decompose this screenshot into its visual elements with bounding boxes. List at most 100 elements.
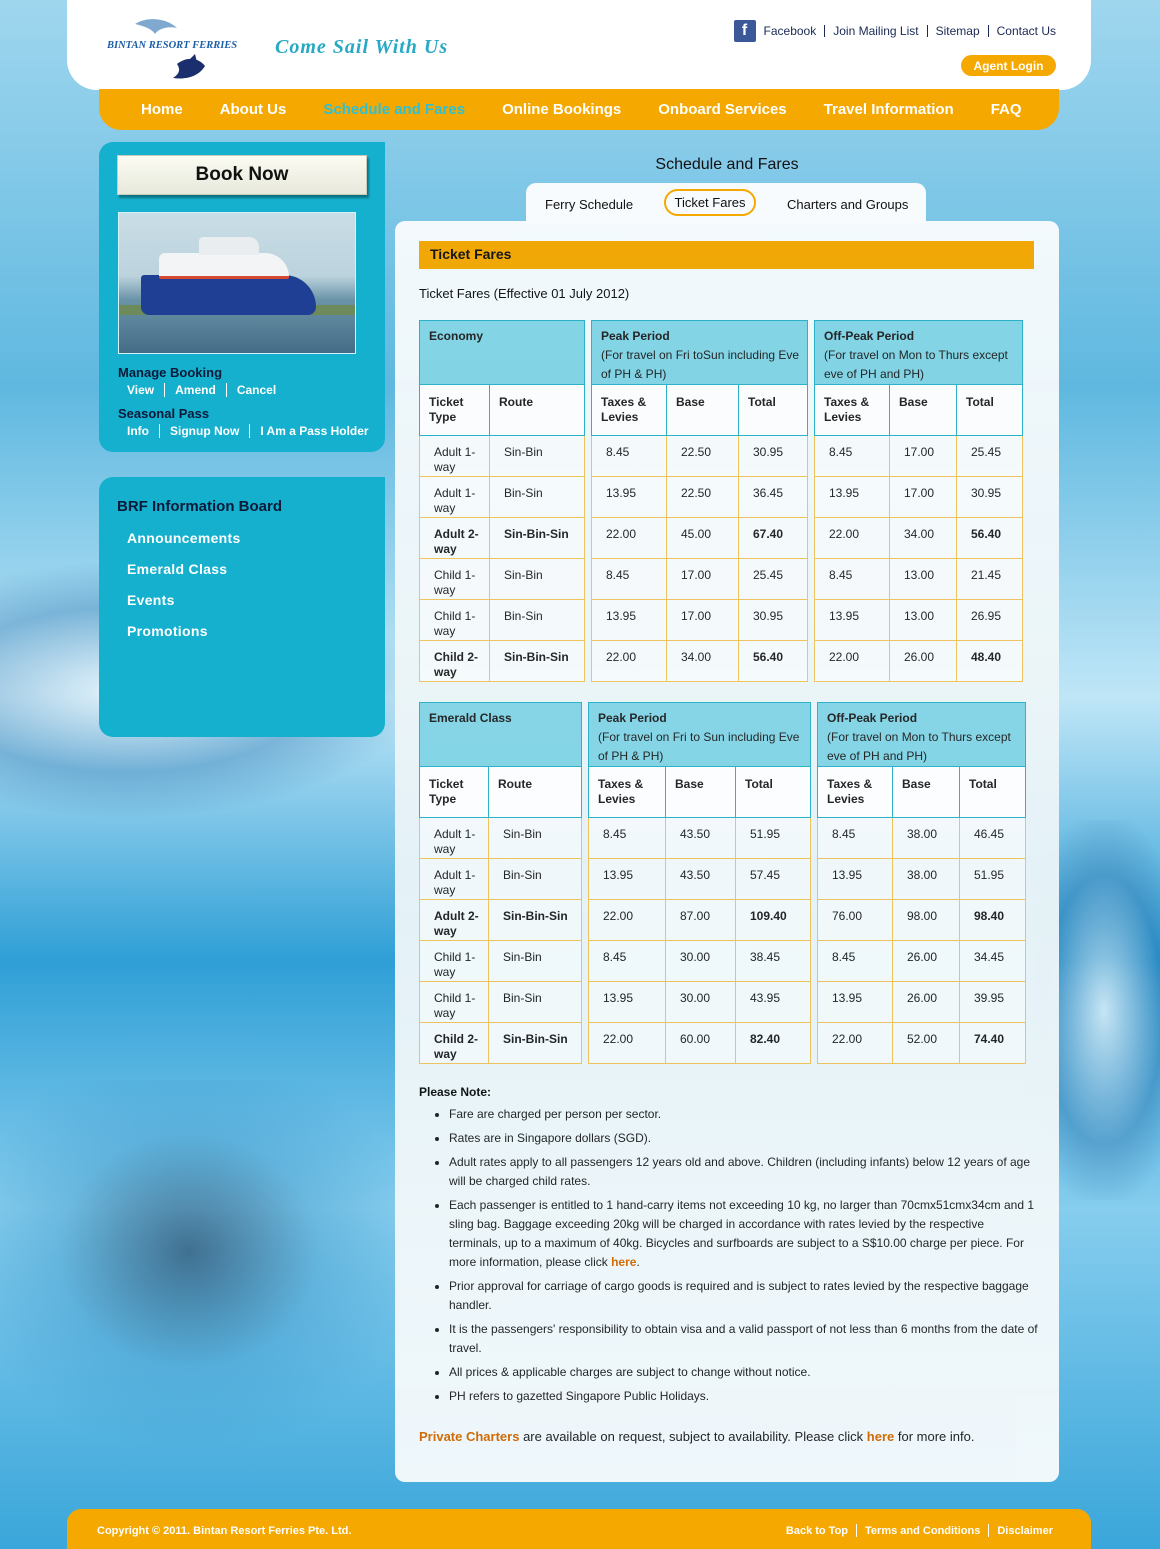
contact-us-link[interactable]: Contact Us [997,24,1056,38]
fare-cell-o-total: 21.45 [957,559,1023,600]
fare-cell-route: Sin-Bin-Sin [490,641,585,682]
manage-booking-links: View Amend Cancel [127,383,276,397]
fare-cell-o-base: 13.00 [890,600,957,641]
fare-cell-p-total: 57.45 [736,859,811,900]
pass-holder-link[interactable]: I Am a Pass Holder [260,424,368,438]
fare-cell-type: Adult 1-way [419,859,489,900]
fares-tabs: Ferry Schedule Ticket Fares Charters and… [526,183,926,223]
note-text: Each passenger is entitled to 1 hand-car… [449,1198,1034,1269]
tab-ticket-fares[interactable]: Ticket Fares [664,189,756,216]
board-item-announcements[interactable]: Announcements [127,530,241,546]
fare-cell-p-base: 30.00 [666,941,736,982]
board-item-emerald-class[interactable]: Emerald Class [127,561,227,577]
brf-logo[interactable]: BINTAN RESORT FERRIES [107,16,237,82]
fare-cell-p-tax: 22.00 [591,641,667,682]
period-note: (For travel on Mon to Thurs except eve o… [827,730,1011,763]
fare-cell-p-total: 109.40 [736,900,811,941]
note-text: Fare are charged per person per sector. [449,1107,662,1121]
facebook-icon[interactable]: f [733,20,756,42]
fare-cell-o-total: 56.40 [957,518,1023,559]
nav-home[interactable]: Home [141,101,183,118]
fare-cell-route: Sin-Bin-Sin [489,1023,582,1064]
fare-cell-p-base: 22.50 [667,477,739,518]
notes-list: Fare are charged per person per sector. … [449,1105,1039,1411]
fare-cell-o-tax: 8.45 [817,818,893,859]
board-item-promotions[interactable]: Promotions [127,623,208,639]
nav-online-bookings[interactable]: Online Bookings [502,101,621,118]
fare-cell-type: Child 1-way [419,982,489,1023]
fare-cell-o-tax: 8.45 [817,941,893,982]
back-to-top-link[interactable]: Back to Top [786,1525,848,1537]
baggage-here-link[interactable]: here [611,1255,636,1269]
fare-cell-p-tax: 13.95 [591,477,667,518]
column-header: Ticket Type [419,767,489,818]
note-text: Adult rates apply to all passengers 12 y… [449,1155,1031,1188]
ferry-photo [118,212,356,354]
agent-login-button[interactable]: Agent Login [961,55,1056,76]
disclaimer-link[interactable]: Disclaimer [997,1525,1053,1537]
fare-cell-p-total: 56.40 [739,641,808,682]
fare-cell-p-tax: 8.45 [588,818,666,859]
fare-cell-o-base: 38.00 [893,859,960,900]
charter-here-link[interactable]: here [867,1429,894,1444]
nav-schedule-and-fares[interactable]: Schedule and Fares [323,101,465,118]
fare-cell-o-total: 98.40 [960,900,1026,941]
divider [159,424,160,438]
fare-cell-type: Child 1-way [419,559,490,600]
view-booking-link[interactable]: View [127,383,154,397]
fare-cell-route: Sin-Bin [489,818,582,859]
note-item: All prices & applicable charges are subj… [449,1363,1039,1382]
fare-cell-o-base: 26.00 [893,941,960,982]
fare-cell-o-base: 26.00 [890,641,957,682]
fare-cell-p-base: 60.00 [666,1023,736,1064]
terms-link[interactable]: Terms and Conditions [865,1525,980,1537]
table-row: Adult 1-way Sin-Bin 8.45 43.50 51.95 8.45 38.0… [419,818,1026,859]
emerald-fares-table: Emerald Class Peak Period (For travel on F… [419,702,1026,1064]
fare-cell-o-total: 34.45 [960,941,1026,982]
fare-cell-route: Sin-Bin [490,436,585,477]
main-nav: Home About Us Schedule and Fares Online … [99,89,1059,130]
column-header: Base [893,767,960,818]
nav-about-us[interactable]: About Us [220,101,287,118]
amend-booking-link[interactable]: Amend [175,383,216,397]
divider [988,1524,990,1537]
fare-cell-type: Child 2-way [419,641,490,682]
tab-charters-and-groups[interactable]: Charters and Groups [787,197,908,212]
column-header: Base [666,767,736,818]
mailing-list-link[interactable]: Join Mailing List [833,24,918,38]
fare-cell-o-base: 13.00 [890,559,957,600]
pass-signup-link[interactable]: Signup Now [170,424,239,438]
private-charters-link[interactable]: Private Charters [419,1429,519,1444]
fare-cell-p-total: 25.45 [739,559,808,600]
notes-title: Please Note: [419,1085,492,1099]
facebook-link[interactable]: Facebook [764,24,817,38]
note-text: It is the passengers' responsibility to … [449,1322,1038,1355]
column-header: Taxes & Levies [591,385,667,436]
note-text: PH refers to gazetted Singapore Public H… [449,1389,710,1403]
fare-cell-p-tax: 8.45 [591,559,667,600]
charter-text: are available on request, subject to ava… [519,1429,867,1444]
column-header: Route [489,767,582,818]
table-header-row: Economy Peak Period (For travel on Fri toS… [419,320,1023,385]
cancel-booking-link[interactable]: Cancel [237,383,276,397]
divider [987,25,989,37]
fare-cell-p-base: 34.00 [667,641,739,682]
information-board: BRF Information Board Announcements Emer… [99,477,385,737]
sitemap-link[interactable]: Sitemap [936,24,980,38]
fare-cell-o-tax: 76.00 [817,900,893,941]
column-header: Route [490,385,585,436]
nav-faq[interactable]: FAQ [991,101,1022,118]
column-header: Ticket Type [419,385,490,436]
fare-cell-o-base: 38.00 [893,818,960,859]
book-now-button[interactable]: Book Now [117,155,367,195]
period-title: Off-Peak Period [824,329,915,343]
fare-cell-o-total: 51.95 [960,859,1026,900]
tab-ferry-schedule[interactable]: Ferry Schedule [545,197,633,212]
nav-onboard-services[interactable]: Onboard Services [658,101,786,118]
nav-travel-information[interactable]: Travel Information [824,101,954,118]
charter-tail: for more info. [894,1429,975,1444]
board-item-events[interactable]: Events [127,592,175,608]
fare-cell-o-total: 46.45 [960,818,1026,859]
pass-info-link[interactable]: Info [127,424,149,438]
fare-cell-p-total: 43.95 [736,982,811,1023]
